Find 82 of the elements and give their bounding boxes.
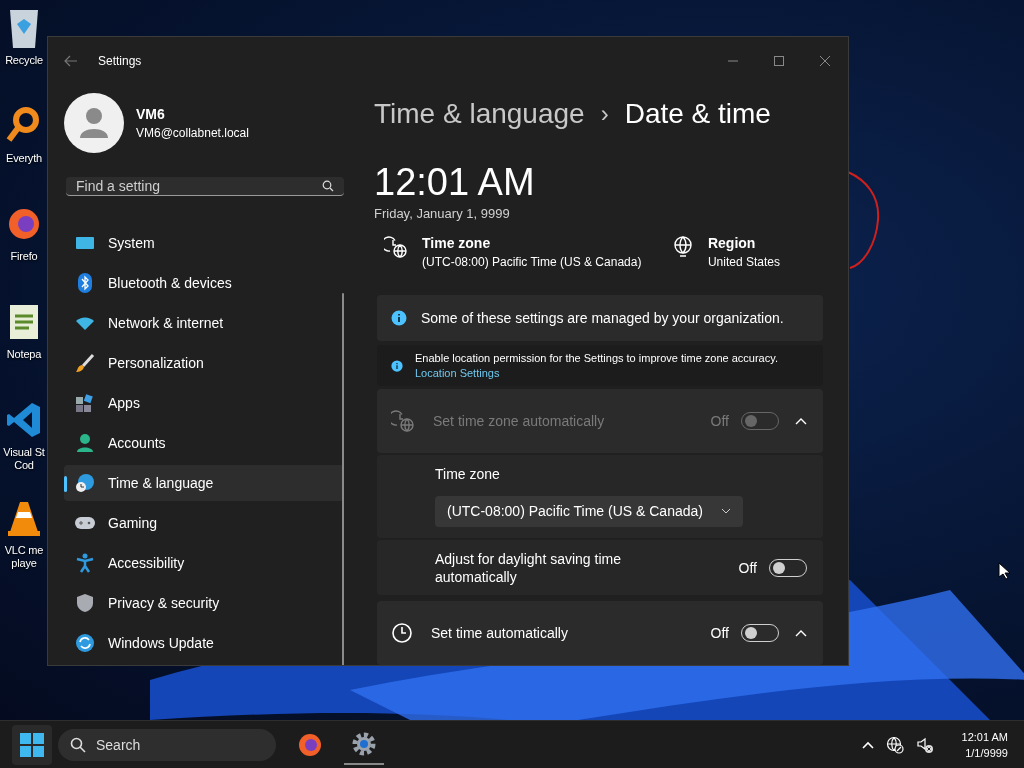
- setting-label: Set time zone automatically: [433, 412, 606, 429]
- toggle-state-label: Off: [710, 625, 729, 642]
- summary-label: Time zone: [422, 234, 492, 251]
- desktop-icon-label: VLC me: [4, 544, 44, 557]
- bluetooth-icon: [77, 273, 93, 293]
- managed-notice: Some of these settings are managed by your organization.: [421, 309, 784, 326]
- breadcrumb-separator: ›: [600, 100, 609, 129]
- sync-arrows-icon: [75, 633, 95, 653]
- maximize-icon[interactable]: [773, 55, 785, 67]
- paintbrush-icon: [75, 353, 95, 373]
- search-field[interactable]: Find a setting: [66, 177, 344, 196]
- shield-icon: [76, 593, 94, 613]
- desktop-icon-label: Cod: [14, 459, 34, 472]
- setting-label: Set time automatically: [431, 625, 569, 642]
- desktop-icon-label: playe: [11, 557, 37, 570]
- nav-item[interactable]: Apps: [64, 385, 344, 421]
- current-time: 12:01 AM: [374, 159, 536, 204]
- firefox-icon[interactable]: [297, 731, 323, 758]
- location-notice: Enable location permission for the Settings to improve time zone accuracy.: [415, 352, 778, 364]
- mouse-pointer-icon: [998, 562, 1010, 580]
- setting-label: Time zone: [435, 465, 500, 482]
- info-icon: [391, 309, 407, 326]
- back-arrow-icon[interactable]: [64, 55, 78, 67]
- close-icon[interactable]: [819, 55, 831, 67]
- gear-icon: [351, 730, 377, 757]
- taskbar-clock[interactable]: 12:01 AM 1/1/9999: [955, 728, 1008, 761]
- nav-item[interactable]: Time & language: [64, 465, 344, 501]
- desktop-icon-label: Firefo: [10, 250, 38, 263]
- nav-item[interactable]: Gaming: [64, 505, 344, 541]
- avatar-icon: [64, 93, 124, 153]
- speaker-muted-icon[interactable]: [915, 735, 934, 754]
- account-name: VM6: [136, 106, 166, 122]
- timezone-dropdown[interactable]: (UTC-08:00) Pacific Time (US & Canada): [435, 495, 743, 527]
- code-editor-icon[interactable]: [6, 400, 42, 440]
- clock-globe-icon: [384, 234, 408, 259]
- account-email: VM6@collabnet.local: [136, 126, 249, 140]
- chevron-icon[interactable]: [795, 629, 807, 638]
- nav-item[interactable]: System: [64, 225, 344, 261]
- nav-item[interactable]: Windows Update: [64, 625, 344, 661]
- taskbar-search[interactable]: Search: [58, 728, 276, 761]
- nav-item[interactable]: Personalization: [64, 345, 344, 381]
- windows-logo-icon: [20, 732, 44, 757]
- nav-item[interactable]: Privacy & security: [64, 585, 344, 621]
- nav-item[interactable]: Accounts: [64, 425, 344, 461]
- location-settings-link[interactable]: Location Settings: [415, 367, 778, 379]
- apps-grid-icon: [75, 393, 95, 413]
- accessibility-figure-icon: [76, 553, 94, 573]
- scrollbar[interactable]: [342, 293, 344, 665]
- recycle-bin-icon[interactable]: [7, 8, 41, 48]
- desktop-icon-label: Recycle: [5, 54, 43, 67]
- desktop-icon-label: Notepa: [6, 348, 42, 361]
- setting-label: Adjust for daylight saving time automatically: [435, 549, 622, 586]
- nav-item[interactable]: Bluetooth & devices: [64, 265, 344, 301]
- window-title: Settings: [98, 54, 142, 68]
- nav-item[interactable]: Network & internet: [64, 305, 344, 341]
- summary-value: United States: [707, 254, 780, 269]
- chevron-down-icon: [720, 508, 731, 515]
- clock-globe-icon: [391, 408, 415, 433]
- monitor-icon: [75, 235, 95, 251]
- desktop-icon-label: Visual St: [3, 446, 45, 459]
- clock-icon: [391, 622, 413, 645]
- toggle-state-label: Off: [738, 559, 757, 576]
- chevron-up-icon[interactable]: [861, 740, 874, 749]
- info-icon: [391, 359, 403, 372]
- nav-item[interactable]: Accessibility: [64, 545, 344, 581]
- person-icon: [76, 433, 94, 453]
- toggle-state-label: Off: [710, 412, 729, 429]
- gamepad-icon: [74, 515, 96, 531]
- globe-clock-icon: [75, 473, 95, 493]
- summary-value: (UTC-08:00) Pacific Time (US & Canada): [422, 254, 642, 269]
- globe-icon: [671, 234, 694, 257]
- summary-label: Region: [707, 234, 757, 251]
- breadcrumb-link[interactable]: Time & language: [374, 98, 585, 131]
- wifi-icon: [75, 315, 95, 331]
- page-title: Date & time: [624, 98, 771, 131]
- desktop-icon-label: Everyth: [6, 152, 42, 165]
- search-icon: [322, 180, 334, 192]
- globe-blocked-icon[interactable]: [885, 735, 904, 754]
- notepad-icon[interactable]: [7, 302, 41, 342]
- search-icon: [70, 736, 86, 753]
- start-button[interactable]: [12, 724, 52, 765]
- current-date: Friday, January 1, 9999: [374, 205, 511, 221]
